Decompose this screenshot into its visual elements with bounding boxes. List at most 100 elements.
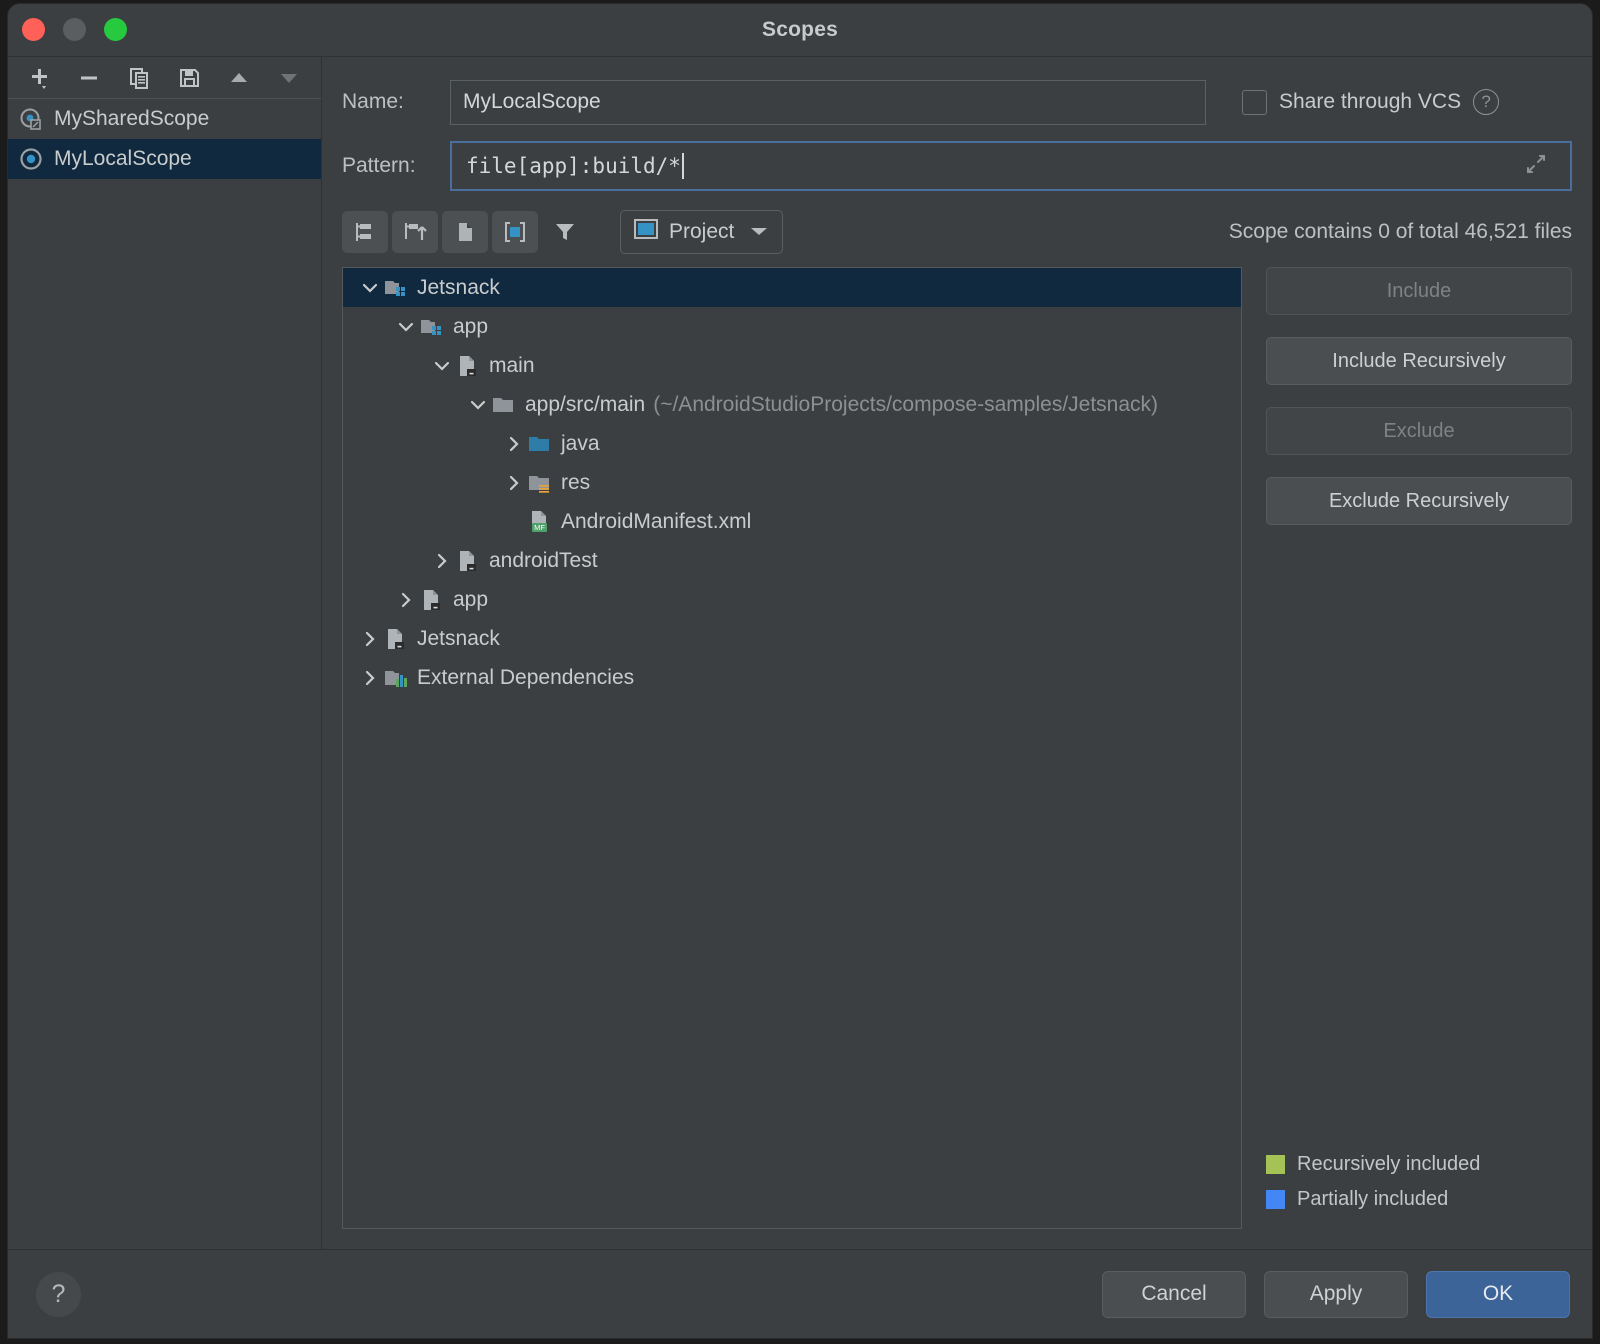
close-button[interactable]: [22, 18, 45, 41]
scope-list-item-label: MyLocalScope: [54, 147, 192, 171]
name-input[interactable]: MyLocalScope: [450, 80, 1206, 125]
android-module-icon: [383, 626, 409, 652]
exclude-button[interactable]: Exclude: [1266, 407, 1572, 455]
chevron-down-icon[interactable]: [429, 356, 455, 376]
tree-row[interactable]: Jetsnack: [343, 268, 1241, 307]
include-button[interactable]: Include: [1266, 267, 1572, 315]
tree-and-actions: Jetsnack app: [342, 267, 1572, 1249]
minimize-button[interactable]: [63, 18, 86, 41]
include-exclude-actions: Include Include Recursively Exclude Excl…: [1242, 267, 1572, 1229]
tree-row[interactable]: res: [343, 463, 1241, 502]
chevron-down-icon[interactable]: [465, 395, 491, 415]
pattern-input[interactable]: file[app]:build/*: [450, 141, 1572, 191]
module-group-icon: [419, 314, 445, 340]
legend-swatch-blue: [1266, 1190, 1285, 1209]
page-title: Scopes: [8, 18, 1592, 42]
project-tree[interactable]: Jetsnack app: [342, 267, 1242, 1229]
apply-button[interactable]: Apply: [1264, 1271, 1408, 1318]
tree-row-label: res: [561, 471, 590, 495]
chevron-right-icon[interactable]: [429, 551, 455, 571]
scope-list[interactable]: MySharedScope MyLocalScope: [8, 99, 321, 1249]
shared-scope-icon: [18, 106, 44, 132]
tree-row-label: AndroidManifest.xml: [561, 510, 751, 534]
chevron-down-icon: [748, 220, 770, 244]
add-scope-button[interactable]: [14, 59, 64, 97]
chevron-right-icon[interactable]: [393, 590, 419, 610]
chevron-right-icon[interactable]: [501, 473, 527, 493]
legend-label: Partially included: [1297, 1188, 1448, 1211]
footer-actions: Cancel Apply OK: [1102, 1271, 1570, 1318]
window-controls: [22, 18, 127, 41]
chevron-right-icon[interactable]: [501, 434, 527, 454]
tree-row[interactable]: androidTest: [343, 541, 1241, 580]
ok-button[interactable]: OK: [1426, 1271, 1570, 1318]
svg-text:MF: MF: [534, 523, 545, 532]
legend-item-partially-included: Partially included: [1266, 1188, 1572, 1211]
tree-row-path: (~/AndroidStudioProjects/compose-samples…: [653, 393, 1158, 417]
tree-row[interactable]: External Dependencies: [343, 658, 1241, 697]
include-recursively-button[interactable]: Include Recursively: [1266, 337, 1572, 385]
exclude-recursively-button[interactable]: Exclude Recursively: [1266, 477, 1572, 525]
name-label: Name:: [342, 90, 450, 114]
legend-swatch-green: [1266, 1155, 1285, 1174]
tree-row-label: main: [489, 354, 535, 378]
scope-editor-panel: Name: MyLocalScope Share through VCS ? P…: [322, 57, 1592, 1249]
dialog-footer: ? Cancel Apply OK: [8, 1249, 1592, 1338]
scope-list-toolbar: [8, 57, 321, 99]
share-through-vcs-checkbox[interactable]: [1242, 90, 1267, 115]
tree-row-label: External Dependencies: [417, 666, 634, 690]
tree-toolbar: Project Scope contains 0 of total 46,521…: [342, 209, 1572, 255]
chevron-right-icon[interactable]: [357, 629, 383, 649]
chevron-down-icon[interactable]: [357, 278, 383, 298]
tree-row[interactable]: java: [343, 424, 1241, 463]
flatten-packages-button[interactable]: [442, 211, 488, 253]
scope-selector-dropdown[interactable]: Project: [620, 210, 783, 254]
folder-source-icon: [527, 431, 553, 457]
tree-row[interactable]: main: [343, 346, 1241, 385]
move-up-button[interactable]: [214, 59, 264, 97]
manifest-file-icon: MF: [527, 509, 553, 535]
show-included-only-button[interactable]: [492, 211, 538, 253]
help-button[interactable]: ?: [36, 1272, 81, 1317]
tree-row-label: app: [453, 315, 488, 339]
zoom-button[interactable]: [104, 18, 127, 41]
scope-list-item-local[interactable]: MyLocalScope: [8, 139, 321, 179]
tree-row[interactable]: app: [343, 307, 1241, 346]
external-deps-icon: [383, 665, 409, 691]
folder-res-icon: [527, 470, 553, 496]
tree-row-label: java: [561, 432, 600, 456]
legend-item-recursively-included: Recursively included: [1266, 1153, 1572, 1176]
vcs-help-icon[interactable]: ?: [1473, 89, 1499, 115]
pattern-field-row: Pattern: file[app]:build/*: [342, 141, 1572, 191]
expand-diagonal-icon[interactable]: [1522, 150, 1550, 183]
module-group-icon: [383, 275, 409, 301]
copy-scope-button[interactable]: [114, 59, 164, 97]
pattern-value: file[app]:build/*: [466, 154, 681, 178]
collapse-all-button[interactable]: [392, 211, 438, 253]
chevron-down-icon[interactable]: [393, 317, 419, 337]
tree-row-label: Jetsnack: [417, 627, 500, 651]
cancel-button[interactable]: Cancel: [1102, 1271, 1246, 1318]
tree-row-label: Jetsnack: [417, 276, 500, 300]
remove-scope-button[interactable]: [64, 59, 114, 97]
expand-all-button[interactable]: [342, 211, 388, 253]
tree-row[interactable]: app: [343, 580, 1241, 619]
project-icon: [633, 218, 659, 246]
move-down-button[interactable]: [264, 59, 314, 97]
chevron-right-icon[interactable]: [357, 668, 383, 688]
tree-row-label: app: [453, 588, 488, 612]
tree-row[interactable]: app/src/main (~/AndroidStudioProjects/co…: [343, 385, 1241, 424]
save-scope-button[interactable]: [164, 59, 214, 97]
scope-count-text: Scope contains 0 of total 46,521 files: [1229, 220, 1572, 244]
filter-funnel-icon[interactable]: [542, 211, 588, 253]
tree-row[interactable]: Jetsnack: [343, 619, 1241, 658]
android-module-icon: [419, 587, 445, 613]
tree-row[interactable]: MF AndroidManifest.xml: [343, 502, 1241, 541]
android-module-icon: [455, 548, 481, 574]
tree-row-label: app/src/main: [525, 393, 645, 417]
legend: Recursively included Partially included: [1266, 1141, 1572, 1229]
legend-label: Recursively included: [1297, 1153, 1480, 1176]
scope-list-item-shared[interactable]: MySharedScope: [8, 99, 321, 139]
text-caret: [682, 153, 684, 179]
share-through-vcs-label: Share through VCS: [1279, 90, 1461, 114]
